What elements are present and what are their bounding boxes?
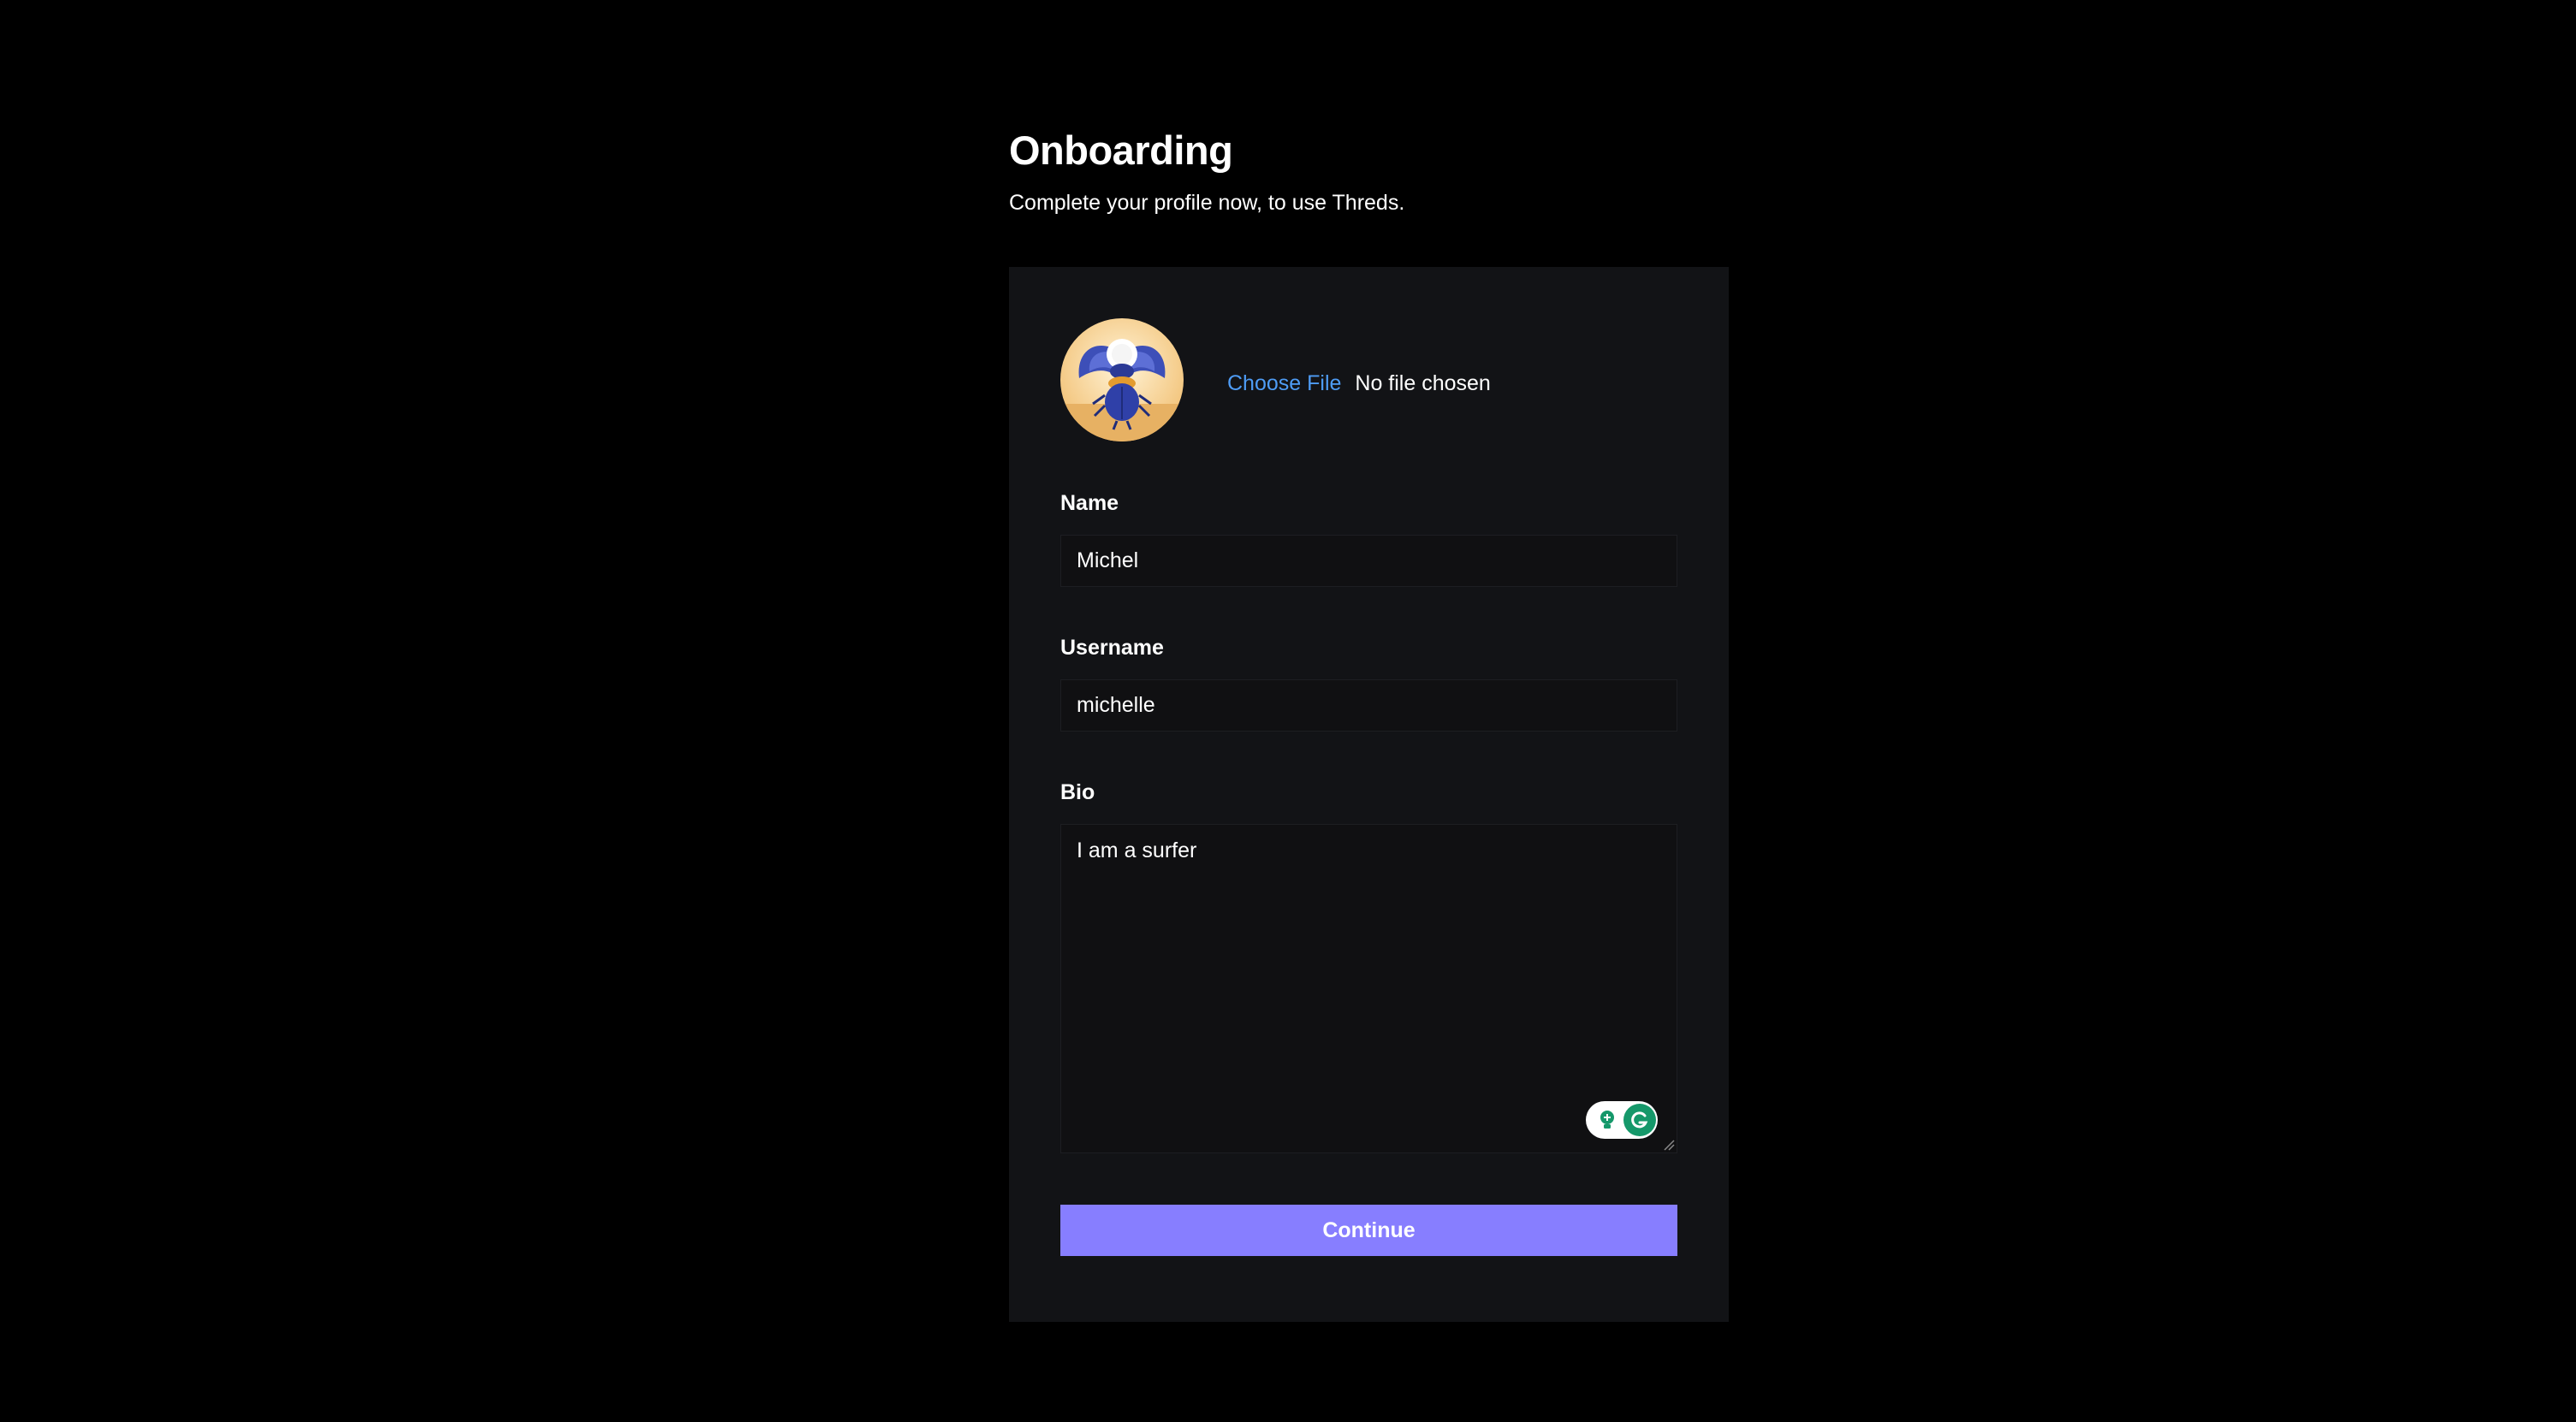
page-title: Onboarding — [1009, 127, 1233, 173]
file-status-text: No file chosen — [1355, 370, 1491, 395]
username-label: Username — [1060, 636, 1164, 660]
bio-label: Bio — [1060, 780, 1095, 804]
name-input[interactable]: Michel — [1060, 535, 1677, 587]
bio-text: I am a surfer — [1077, 838, 1197, 862]
scarab-beetle-avatar-icon — [1060, 318, 1184, 441]
profile-avatar — [1060, 318, 1184, 441]
file-input[interactable]: Choose File No file chosen — [1227, 371, 1491, 396]
continue-button[interactable]: Continue — [1060, 1205, 1677, 1256]
bio-field-group: Bio I am a surfer — [1060, 778, 1677, 1153]
page-subtitle: Complete your profile now, to use Threds… — [1009, 191, 1405, 215]
profile-form: Choose File No file chosen Name Michel U… — [1009, 267, 1729, 1322]
bio-textarea[interactable]: I am a surfer — [1060, 824, 1677, 1153]
choose-file-button[interactable]: Choose File — [1227, 371, 1341, 396]
grammarly-icon[interactable] — [1623, 1104, 1656, 1136]
grammarly-widget[interactable] — [1586, 1101, 1658, 1139]
page-header: Onboarding Complete your profile now, to… — [1009, 125, 1729, 217]
username-input[interactable]: michelle — [1060, 679, 1677, 732]
avatar-row: Choose File No file chosen — [1060, 318, 1677, 441]
resize-handle-icon[interactable] — [1663, 1139, 1675, 1151]
lightbulb-icon[interactable] — [1594, 1107, 1620, 1133]
name-label: Name — [1060, 491, 1119, 515]
username-field-group: Username michelle — [1060, 633, 1677, 732]
name-field-group: Name Michel — [1060, 489, 1677, 587]
